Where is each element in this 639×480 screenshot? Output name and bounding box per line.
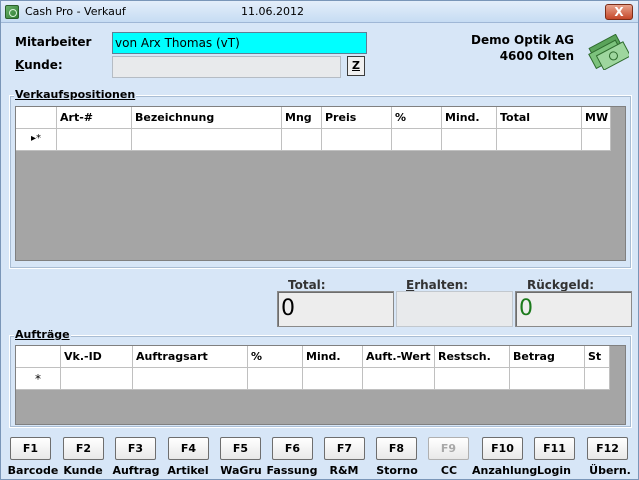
total-label: Total: <box>288 278 326 292</box>
auftraege-col-pct[interactable]: % <box>248 346 303 368</box>
rueckgeld-value: 0 <box>515 291 632 327</box>
verkauf-col-total[interactable]: Total <box>497 107 582 129</box>
verkauf-col-art[interactable]: Art-# <box>57 107 132 129</box>
verkauf-cell[interactable] <box>282 129 322 151</box>
verkauf-cell[interactable] <box>392 129 442 151</box>
fkey-f11-label: Login <box>536 464 572 477</box>
auftraege-cell[interactable] <box>585 368 610 390</box>
verkauf-col-pct[interactable]: % <box>392 107 442 129</box>
verkauf-cell[interactable] <box>132 129 282 151</box>
fkey-f1-button[interactable]: F1 <box>10 437 51 460</box>
auftraege-col-betrag[interactable]: Betrag <box>510 346 585 368</box>
verkauf-col-preis[interactable]: Preis <box>322 107 392 129</box>
auftraege-cell[interactable] <box>363 368 435 390</box>
auftraege-col-auftragsart[interactable]: Auftragsart <box>133 346 248 368</box>
fkey-f10-button[interactable]: F10 <box>482 437 523 460</box>
verkaufspositionen-grid[interactable]: Art-# Bezeichnung Mng Preis % Mind. Tota… <box>15 106 626 261</box>
total-value: 0 <box>277 291 394 327</box>
auftraege-grid[interactable]: Vk.-ID Auftragsart % Mind. Auft.-Wert Re… <box>15 345 626 425</box>
cash-app-icon <box>5 5 19 19</box>
auftraege-col-mind[interactable]: Mind. <box>303 346 363 368</box>
verkauf-cell[interactable] <box>322 129 392 151</box>
fkey-f9-label: CC <box>440 464 458 477</box>
verkauf-new-row-marker: ▸* <box>16 129 57 151</box>
fkey-f12-button[interactable]: F12 <box>587 437 628 460</box>
verkauf-cell[interactable] <box>442 129 497 151</box>
verkauf-cell[interactable] <box>582 129 611 151</box>
close-button[interactable]: X <box>605 4 633 20</box>
mitarbeiter-field[interactable]: von Arx Thomas (vT) <box>112 32 367 54</box>
fkey-f8-button[interactable]: F8 <box>376 437 417 460</box>
auftraege-new-row-marker: * <box>16 368 61 390</box>
verkauf-col-mw[interactable]: MW <box>582 107 611 129</box>
auftraege-title: Aufträge <box>14 328 71 341</box>
verkaufspositionen-title: Verkaufspositionen <box>14 88 137 101</box>
verkauf-cell[interactable] <box>57 129 132 151</box>
verkauf-col-bezeichnung[interactable]: Bezeichnung <box>132 107 282 129</box>
company-name: Demo Optik AG <box>471 33 574 47</box>
auftraege-col-restsch[interactable]: Restsch. <box>435 346 510 368</box>
fkey-f5-button[interactable]: F5 <box>220 437 261 460</box>
auftraege-col-auftwert[interactable]: Auft.-Wert <box>363 346 435 368</box>
fkey-f2-button[interactable]: F2 <box>63 437 104 460</box>
kunde-z-button[interactable]: Z <box>347 56 365 76</box>
verkauf-new-row[interactable]: ▸* <box>16 129 611 151</box>
window-date: 11.06.2012 <box>241 5 304 18</box>
company-city: 4600 Olten <box>499 49 574 63</box>
fkey-f2-label: Kunde <box>63 464 103 477</box>
auftraege-col-st[interactable]: St <box>585 346 610 368</box>
verkauf-grid-header: Art-# Bezeichnung Mng Preis % Mind. Tota… <box>16 107 611 129</box>
verkauf-col-mind[interactable]: Mind. <box>442 107 497 129</box>
verkauf-cell[interactable] <box>497 129 582 151</box>
kunde-field[interactable] <box>112 56 341 78</box>
auftraege-cell[interactable] <box>248 368 303 390</box>
fkey-f4-label: Artikel <box>167 464 209 477</box>
window-title: Cash Pro - Verkauf <box>25 5 126 18</box>
auftraege-group: Aufträge Vk.-ID Auftragsart % Mind. Auft… <box>9 328 632 428</box>
auftraege-cell[interactable] <box>435 368 510 390</box>
auftraege-cell[interactable] <box>303 368 363 390</box>
money-bills-icon <box>588 34 629 70</box>
fkey-f3-button[interactable]: F3 <box>115 437 156 460</box>
verkauf-col-mng[interactable]: Mng <box>282 107 322 129</box>
kunde-label-rest: unde: <box>24 58 63 72</box>
fkey-f10-label: Anzahlung <box>472 464 538 477</box>
verkauf-col-rowhdr <box>16 107 57 129</box>
verkaufspositionen-group: Verkaufspositionen Art-# Bezeichnung Mng… <box>9 88 632 269</box>
fkey-f7-label: R&M <box>329 464 359 477</box>
auftraege-cell[interactable] <box>61 368 133 390</box>
auftraege-new-row[interactable]: * <box>16 368 610 390</box>
fkey-f7-button[interactable]: F7 <box>324 437 365 460</box>
mitarbeiter-label: Mitarbeiter <box>15 35 92 49</box>
fkey-f11-button[interactable]: F11 <box>534 437 575 460</box>
fkey-f9-button: F9 <box>428 437 469 460</box>
title-bar: Cash Pro - Verkauf 11.06.2012 X <box>1 1 638 23</box>
fkey-f4-button[interactable]: F4 <box>168 437 209 460</box>
cash-pro-window: Cash Pro - Verkauf 11.06.2012 X Mitarbei… <box>0 0 639 480</box>
erhalten-label-rest: rhalten: <box>414 278 469 292</box>
erhalten-field[interactable] <box>396 291 513 327</box>
auftraege-col-vkid[interactable]: Vk.-ID <box>61 346 133 368</box>
fkey-f6-button[interactable]: F6 <box>272 437 313 460</box>
auftraege-cell[interactable] <box>510 368 585 390</box>
auftraege-cell[interactable] <box>133 368 248 390</box>
fkey-f6-label: Fassung <box>266 464 318 477</box>
erhalten-label: Erhalten: <box>406 278 469 292</box>
rueckgeld-label: Rückgeld: <box>527 278 595 292</box>
auftraege-col-rowhdr <box>16 346 61 368</box>
fkey-f3-label: Auftrag <box>112 464 160 477</box>
fkey-f12-label: Übern. <box>589 464 631 477</box>
auftraege-grid-header: Vk.-ID Auftragsart % Mind. Auft.-Wert Re… <box>16 346 610 368</box>
fkey-f8-label: Storno <box>376 464 418 477</box>
kunde-label: Kunde: <box>15 58 63 72</box>
